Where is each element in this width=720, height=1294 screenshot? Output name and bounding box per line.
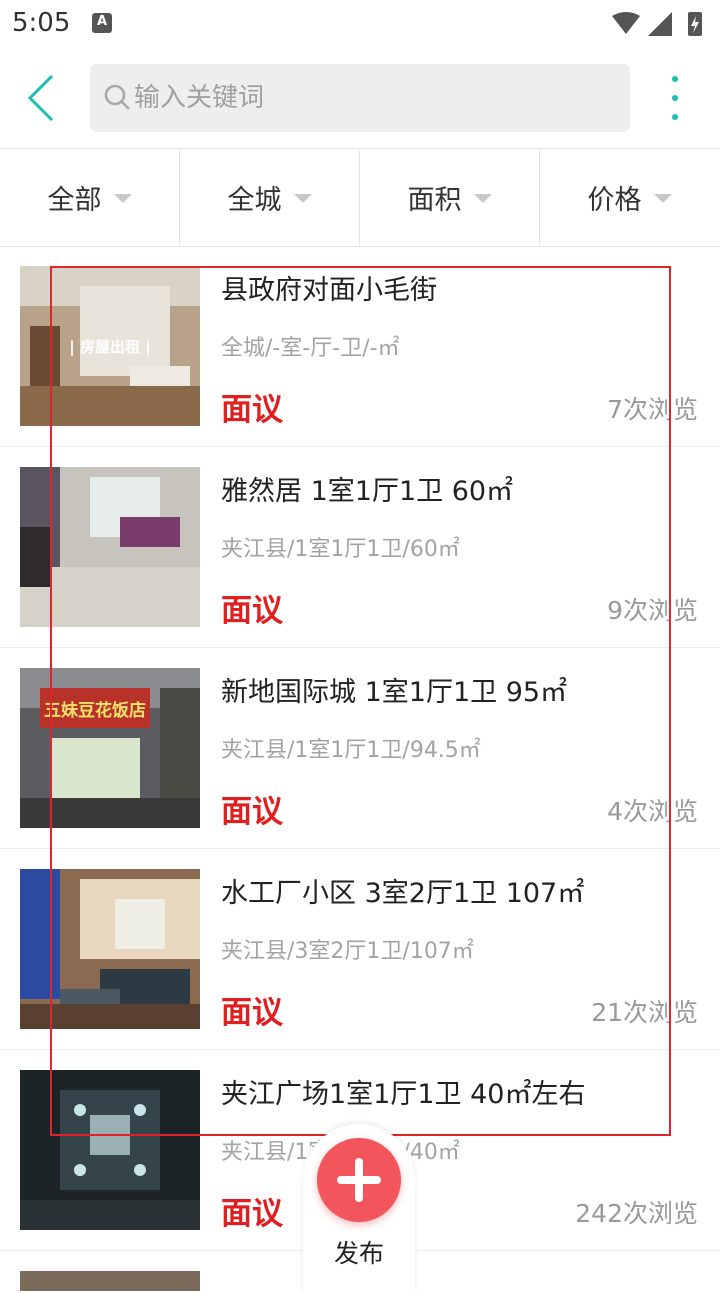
listing-photo: 五妹豆花饭店 bbox=[20, 668, 200, 828]
publish-label: 发布 bbox=[333, 1239, 384, 1268]
listing-price: 面议 bbox=[221, 1196, 283, 1232]
filter-all[interactable]: 全部 bbox=[0, 149, 180, 246]
status-bar: 5:05 A bbox=[0, 0, 720, 48]
listing-views: 4次浏览 bbox=[607, 797, 698, 826]
caret-down-icon bbox=[293, 194, 312, 203]
listing-item[interactable]: | 房屋出租 | 县政府对面小毛街 全城/-室-厅-卫/-㎡ 面议 7次浏览 bbox=[0, 246, 720, 447]
listing-title: 县政府对面小毛街 bbox=[221, 275, 437, 306]
header bbox=[0, 48, 720, 148]
filter-bar: 全部 全城 面积 价格 bbox=[0, 148, 720, 247]
listing-title: 夹江广场1室1厅1卫 40㎡左右 bbox=[221, 1079, 586, 1110]
filter-price[interactable]: 价格 bbox=[540, 149, 719, 246]
search-box[interactable] bbox=[90, 64, 630, 132]
status-time: 5:05 bbox=[12, 8, 71, 38]
caret-down-icon bbox=[473, 194, 492, 203]
publish-button[interactable]: 发布 bbox=[303, 1124, 415, 1294]
status-icons bbox=[612, 12, 702, 36]
listing-photo bbox=[20, 869, 200, 1029]
search-input[interactable] bbox=[134, 64, 614, 132]
listing-item[interactable]: 五妹豆花饭店 新地国际城 1室1厅1卫 95㎡ 夹江县/1室1厅1卫/94.5㎡… bbox=[0, 648, 720, 849]
listing-photo bbox=[20, 1070, 200, 1230]
filter-label: 全城 bbox=[227, 185, 282, 216]
thumb-caption: | 房屋出租 | bbox=[69, 338, 150, 357]
listing-photo: | 房屋出租 | bbox=[20, 266, 200, 426]
listing-meta: 夹江县/1室1厅1卫/94.5㎡ bbox=[221, 738, 481, 763]
back-icon[interactable] bbox=[18, 68, 68, 128]
caret-down-icon bbox=[653, 194, 672, 203]
listing-price: 面议 bbox=[221, 392, 283, 428]
thumb-caption: 五妹豆花饭店 bbox=[44, 700, 146, 721]
filter-label: 全部 bbox=[47, 185, 102, 216]
listing-item[interactable]: 水工厂小区 3室2厅1卫 107㎡ 夹江县/3室2厅1卫/107㎡ 面议 21次… bbox=[0, 849, 720, 1050]
filter-label: 面积 bbox=[407, 185, 462, 216]
listing-views: 21次浏览 bbox=[591, 998, 698, 1027]
listing-price: 面议 bbox=[221, 593, 283, 629]
listing-meta: 全城/-室-厅-卫/-㎡ bbox=[221, 336, 400, 361]
signal-icon bbox=[648, 12, 672, 36]
listing-meta: 夹江县/3室2厅1卫/107㎡ bbox=[221, 939, 474, 964]
listing-price: 面议 bbox=[221, 995, 283, 1031]
listing-photo bbox=[20, 467, 200, 627]
listing-price: 面议 bbox=[221, 794, 283, 830]
listing-title: 雅然居 1室1厅1卫 60㎡ bbox=[221, 476, 514, 507]
listing-photo bbox=[20, 1271, 200, 1291]
filter-area[interactable]: 面积 bbox=[360, 149, 540, 246]
filter-label: 价格 bbox=[587, 185, 642, 216]
search-icon bbox=[104, 84, 130, 110]
filter-city[interactable]: 全城 bbox=[180, 149, 360, 246]
listing-meta: 夹江县/1室1厅1卫/60㎡ bbox=[221, 537, 460, 562]
listing-item[interactable]: 雅然居 1室1厅1卫 60㎡ 夹江县/1室1厅1卫/60㎡ 面议 9次浏览 bbox=[0, 447, 720, 648]
listing-views: 9次浏览 bbox=[607, 596, 698, 625]
wifi-icon bbox=[612, 12, 640, 34]
plus-icon[interactable] bbox=[317, 1138, 401, 1222]
more-options-icon[interactable] bbox=[660, 70, 690, 126]
listing-title: 水工厂小区 3室2厅1卫 107㎡ bbox=[221, 878, 585, 909]
listing-views: 242次浏览 bbox=[575, 1199, 698, 1228]
listing-views: 7次浏览 bbox=[607, 395, 698, 424]
caret-down-icon bbox=[113, 194, 132, 203]
listing-title: 新地国际城 1室1厅1卫 95㎡ bbox=[221, 677, 568, 708]
notification-a-icon: A bbox=[92, 13, 112, 33]
